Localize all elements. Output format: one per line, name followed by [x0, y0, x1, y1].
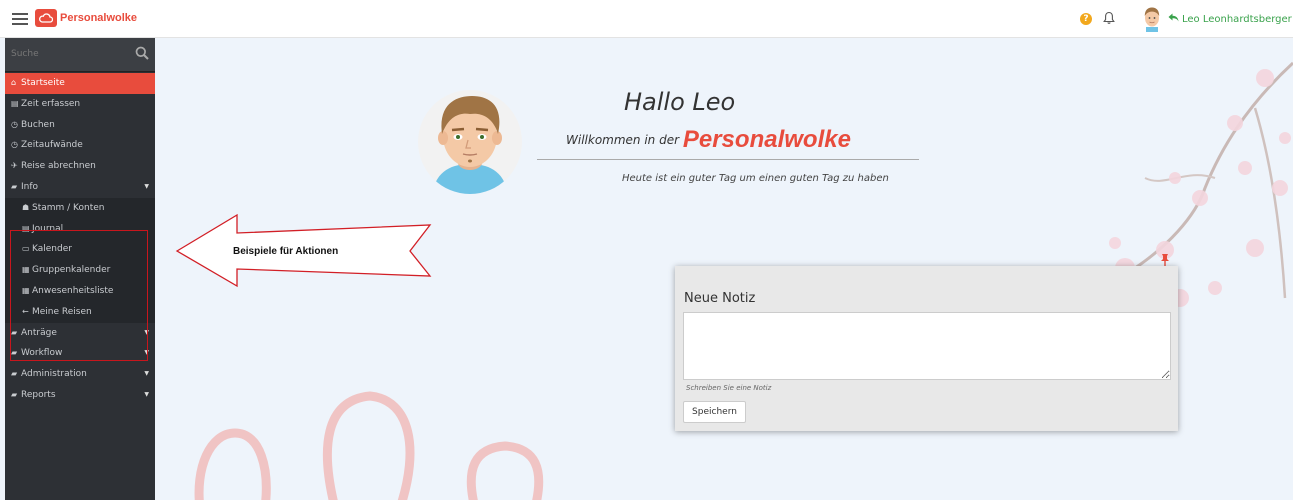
sidebar-item-startseite[interactable]: ⌂ Startseite [5, 73, 155, 94]
sidebar-item-label: Reise abrechnen [21, 161, 96, 172]
sitemap-icon: ☗ [22, 202, 30, 212]
arrow-left-icon: ← [22, 306, 29, 316]
note-widget: Neue Notiz Schreiben Sie eine Notiz Spei… [675, 266, 1178, 431]
caret-down-icon: ▼ [144, 349, 149, 357]
sidebar-item-label: Meine Reisen [32, 306, 92, 317]
sidebar-item-kalender[interactable]: ▭ Kalender [5, 239, 155, 261]
people-outline-decoration [194, 391, 544, 500]
tagline: Heute ist ein guter Tag um einen guten T… [622, 173, 889, 184]
sidebar-item-zeitaufwände[interactable]: ◷ Zeitaufwände [5, 135, 155, 156]
sidebar-item-label: Anwesenheitsliste [32, 285, 114, 296]
sidebar-item-label: Anträge [21, 327, 57, 338]
hamburger-menu-icon[interactable] [12, 13, 28, 25]
caret-down-icon: ▼ [144, 370, 149, 378]
sidebar-item-label: Workflow [21, 348, 63, 359]
folder-icon: ▰ [11, 327, 18, 337]
sidebar-item-label: Info [21, 181, 39, 192]
greeting: Hallo Leo [624, 88, 736, 116]
note-hint: Schreiben Sie eine Notiz [686, 384, 772, 392]
table-icon: ▦ [22, 265, 30, 275]
bell-icon[interactable] [1103, 11, 1115, 28]
folder-icon: ▰ [11, 348, 18, 358]
table-icon: ▦ [22, 285, 30, 295]
sidebar-item-label: Administration [21, 369, 87, 380]
sidebar-item-label: Zeitaufwände [21, 140, 83, 151]
calendar-icon: ▭ [22, 244, 30, 254]
cloud-icon [35, 9, 57, 27]
user-menu[interactable]: Leo Leonhardtsberger ▼ [1168, 13, 1293, 25]
sidebar-item-reports[interactable]: ▰ Reports ▼ [5, 385, 155, 406]
top-bar: Personalwolke ? Leo Leonhardtsberger ▼ [0, 0, 1293, 38]
sidebar-search [5, 38, 155, 72]
clock-icon: ◷ [11, 140, 18, 150]
user-name: Leo Leonhardtsberger [1182, 13, 1292, 25]
sidebar-item-label: Gruppenkalender [32, 265, 111, 276]
folder-open-icon: ▰ [11, 181, 18, 191]
folder-icon: ▰ [11, 389, 18, 399]
sidebar-item-label: Kalender [32, 244, 72, 255]
sidebar-menu: ⌂ Startseite ▤ Zeit erfassen ◷ Buchen ◷ Zeitauf… [5, 73, 155, 406]
help-icon[interactable]: ? [1080, 13, 1092, 25]
sidebar-item-zeit-erfassen[interactable]: ▤ Zeit erfassen [5, 94, 155, 115]
sidebar-item-label: Journal [32, 223, 64, 234]
sidebar-item-label: Startseite [21, 78, 65, 88]
save-button[interactable]: Speichern [683, 401, 746, 423]
logo[interactable]: Personalwolke [35, 9, 137, 27]
plane-icon: ✈ [11, 161, 18, 171]
sidebar-item-info[interactable]: ▰ Info ▼ [5, 177, 155, 198]
note-title: Neue Notiz [684, 291, 756, 306]
home-icon: ⌂ [11, 78, 17, 87]
sidebar-item-stamm-konten[interactable]: ☗ Stamm / Konten [5, 197, 155, 219]
sidebar-item-gruppenkalender[interactable]: ▦ Gruppenkalender [5, 260, 155, 281]
sidebar-item-label: Reports [21, 389, 56, 400]
sidebar-item-label: Zeit erfassen [21, 98, 81, 109]
sidebar-item-label: Buchen [21, 119, 55, 130]
welcome-prefix: Willkommen in der [566, 133, 680, 147]
sidebar-item-journal[interactable]: ▤ Journal [5, 218, 155, 240]
sidebar-item-anwesenheitsliste[interactable]: ▦ Anwesenheitsliste [5, 280, 155, 302]
clock-icon: ◷ [11, 119, 18, 129]
folder-icon: ▰ [11, 369, 18, 379]
logo-text: Personalwolke [60, 12, 138, 24]
caret-down-icon: ▼ [144, 328, 149, 336]
note-textarea[interactable] [683, 312, 1171, 380]
user-avatar-large [418, 90, 522, 194]
sidebar-item-anträge[interactable]: ▰ Anträge ▼ [5, 323, 155, 344]
caret-down-icon: ▼ [144, 182, 149, 190]
search-icon[interactable] [135, 46, 149, 63]
main-content: Hallo Leo Willkommen in der Personalwolk… [155, 38, 1293, 500]
brand-name: Personalwolke [682, 126, 851, 153]
search-input[interactable] [11, 49, 121, 59]
sidebar-item-workflow[interactable]: ▰ Workflow ▼ [5, 343, 155, 364]
reply-arrow-icon [1168, 13, 1179, 25]
table-icon: ▤ [11, 98, 19, 108]
user-avatar[interactable] [1141, 6, 1163, 32]
sidebar-item-meine-reisen[interactable]: ← Meine Reisen [5, 301, 155, 323]
caret-down-icon: ▼ [144, 390, 149, 398]
sidebar-item-administration[interactable]: ▰ Administration ▼ [5, 364, 155, 385]
divider [537, 159, 919, 160]
callout-label: Beispiele für Aktionen [233, 246, 339, 257]
sidebar-item-reise-abrechnen[interactable]: ✈ Reise abrechnen [5, 156, 155, 177]
sidebar: ⌂Startseite▤Zeit erfassen◷Buchen◷Zeitauf… [5, 38, 155, 500]
sidebar-item-label: Stamm / Konten [32, 202, 105, 213]
list-icon: ▤ [22, 223, 30, 233]
welcome-line: Willkommen in der Personalwolke [566, 126, 851, 154]
sidebar-item-buchen[interactable]: ◷ Buchen [5, 115, 155, 136]
